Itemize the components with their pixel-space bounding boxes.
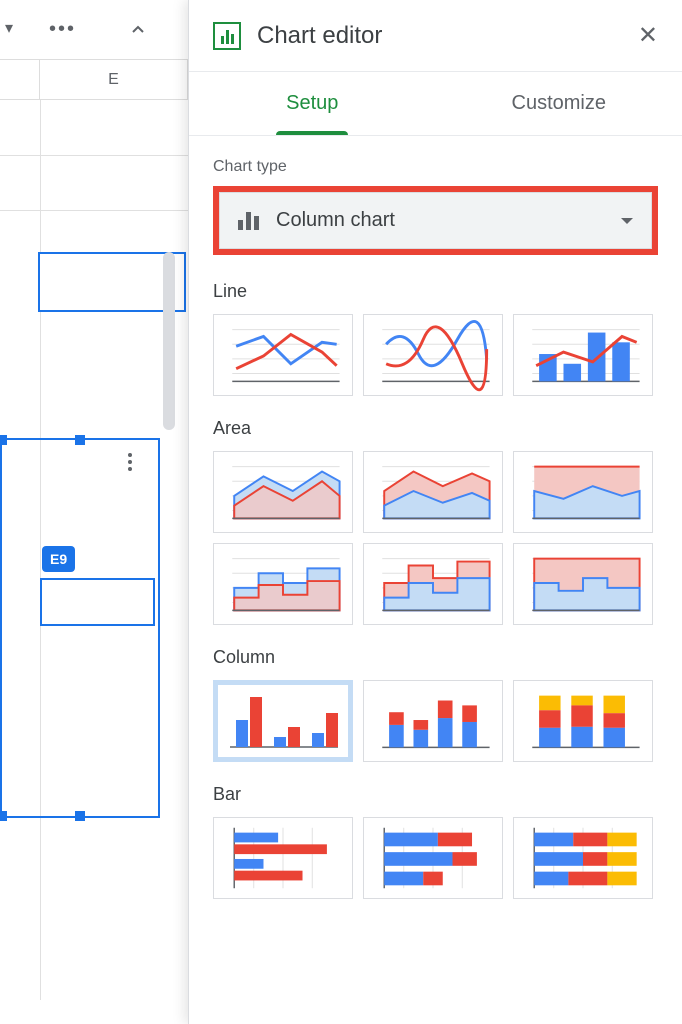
column-chart-stacked[interactable] (363, 680, 503, 762)
area-chart-grid (213, 451, 658, 625)
sheet-toolbar: ▾ ••• (0, 0, 188, 60)
chart-type-dropdown[interactable]: Column chart (219, 192, 652, 249)
section-area-label: Area (213, 418, 658, 439)
cells-area[interactable]: E9 (0, 100, 188, 1000)
cell-reference-badge: E9 (42, 546, 75, 572)
bar-chart-basic[interactable] (213, 817, 353, 899)
scroll-indicator[interactable] (163, 252, 175, 430)
chart-object-selection[interactable] (0, 438, 160, 818)
stepped-area-chart[interactable] (213, 543, 353, 625)
chart-more-vertical-icon[interactable] (118, 450, 142, 474)
column-headers: E (0, 60, 188, 100)
col-header-e[interactable]: E (40, 60, 188, 99)
panel-body: Chart type Column chart Line Area (189, 136, 682, 943)
stepped-area-100-stacked[interactable] (513, 543, 653, 625)
area-chart-basic[interactable] (213, 451, 353, 533)
chevron-down-icon (621, 218, 633, 224)
more-horizontal-icon[interactable]: ••• (49, 18, 76, 41)
column-chart-icon (238, 212, 262, 230)
col-header-blank[interactable] (0, 60, 40, 99)
close-icon[interactable]: ✕ (638, 21, 658, 50)
highlight-annotation: Column chart (213, 186, 658, 255)
panel-title: Chart editor (257, 22, 622, 50)
line-chart-basic[interactable] (213, 314, 353, 396)
combo-chart[interactable] (513, 314, 653, 396)
spreadsheet-background: ▾ ••• E E9 (0, 0, 188, 1024)
stepped-area-stacked[interactable] (363, 543, 503, 625)
line-chart-smooth[interactable] (363, 314, 503, 396)
column-chart-grid (213, 680, 658, 762)
line-chart-grid (213, 314, 658, 396)
chart-editor-panel: Chart editor ✕ Setup Customize Chart typ… (188, 0, 682, 1024)
area-chart-stacked[interactable] (363, 451, 503, 533)
dropdown-caret-icon[interactable]: ▾ (5, 18, 29, 42)
tab-customize[interactable]: Customize (436, 72, 682, 135)
panel-header: Chart editor ✕ (189, 0, 682, 72)
chart-editor-icon (213, 22, 241, 50)
section-bar-label: Bar (213, 784, 658, 805)
section-line-label: Line (213, 281, 658, 302)
active-cell[interactable] (40, 578, 155, 626)
area-chart-100-stacked[interactable] (513, 451, 653, 533)
bar-chart-stacked[interactable] (363, 817, 503, 899)
chart-type-label: Chart type (213, 158, 658, 176)
tab-setup[interactable]: Setup (189, 72, 436, 135)
chevron-up-icon[interactable] (126, 18, 150, 42)
column-chart-100-stacked[interactable] (513, 680, 653, 762)
bar-chart-grid (213, 817, 658, 899)
chart-type-value: Column chart (276, 209, 607, 232)
section-column-label: Column (213, 647, 658, 668)
tabs: Setup Customize (189, 72, 682, 136)
bar-chart-100-stacked[interactable] (513, 817, 653, 899)
column-chart-basic[interactable] (213, 680, 353, 762)
